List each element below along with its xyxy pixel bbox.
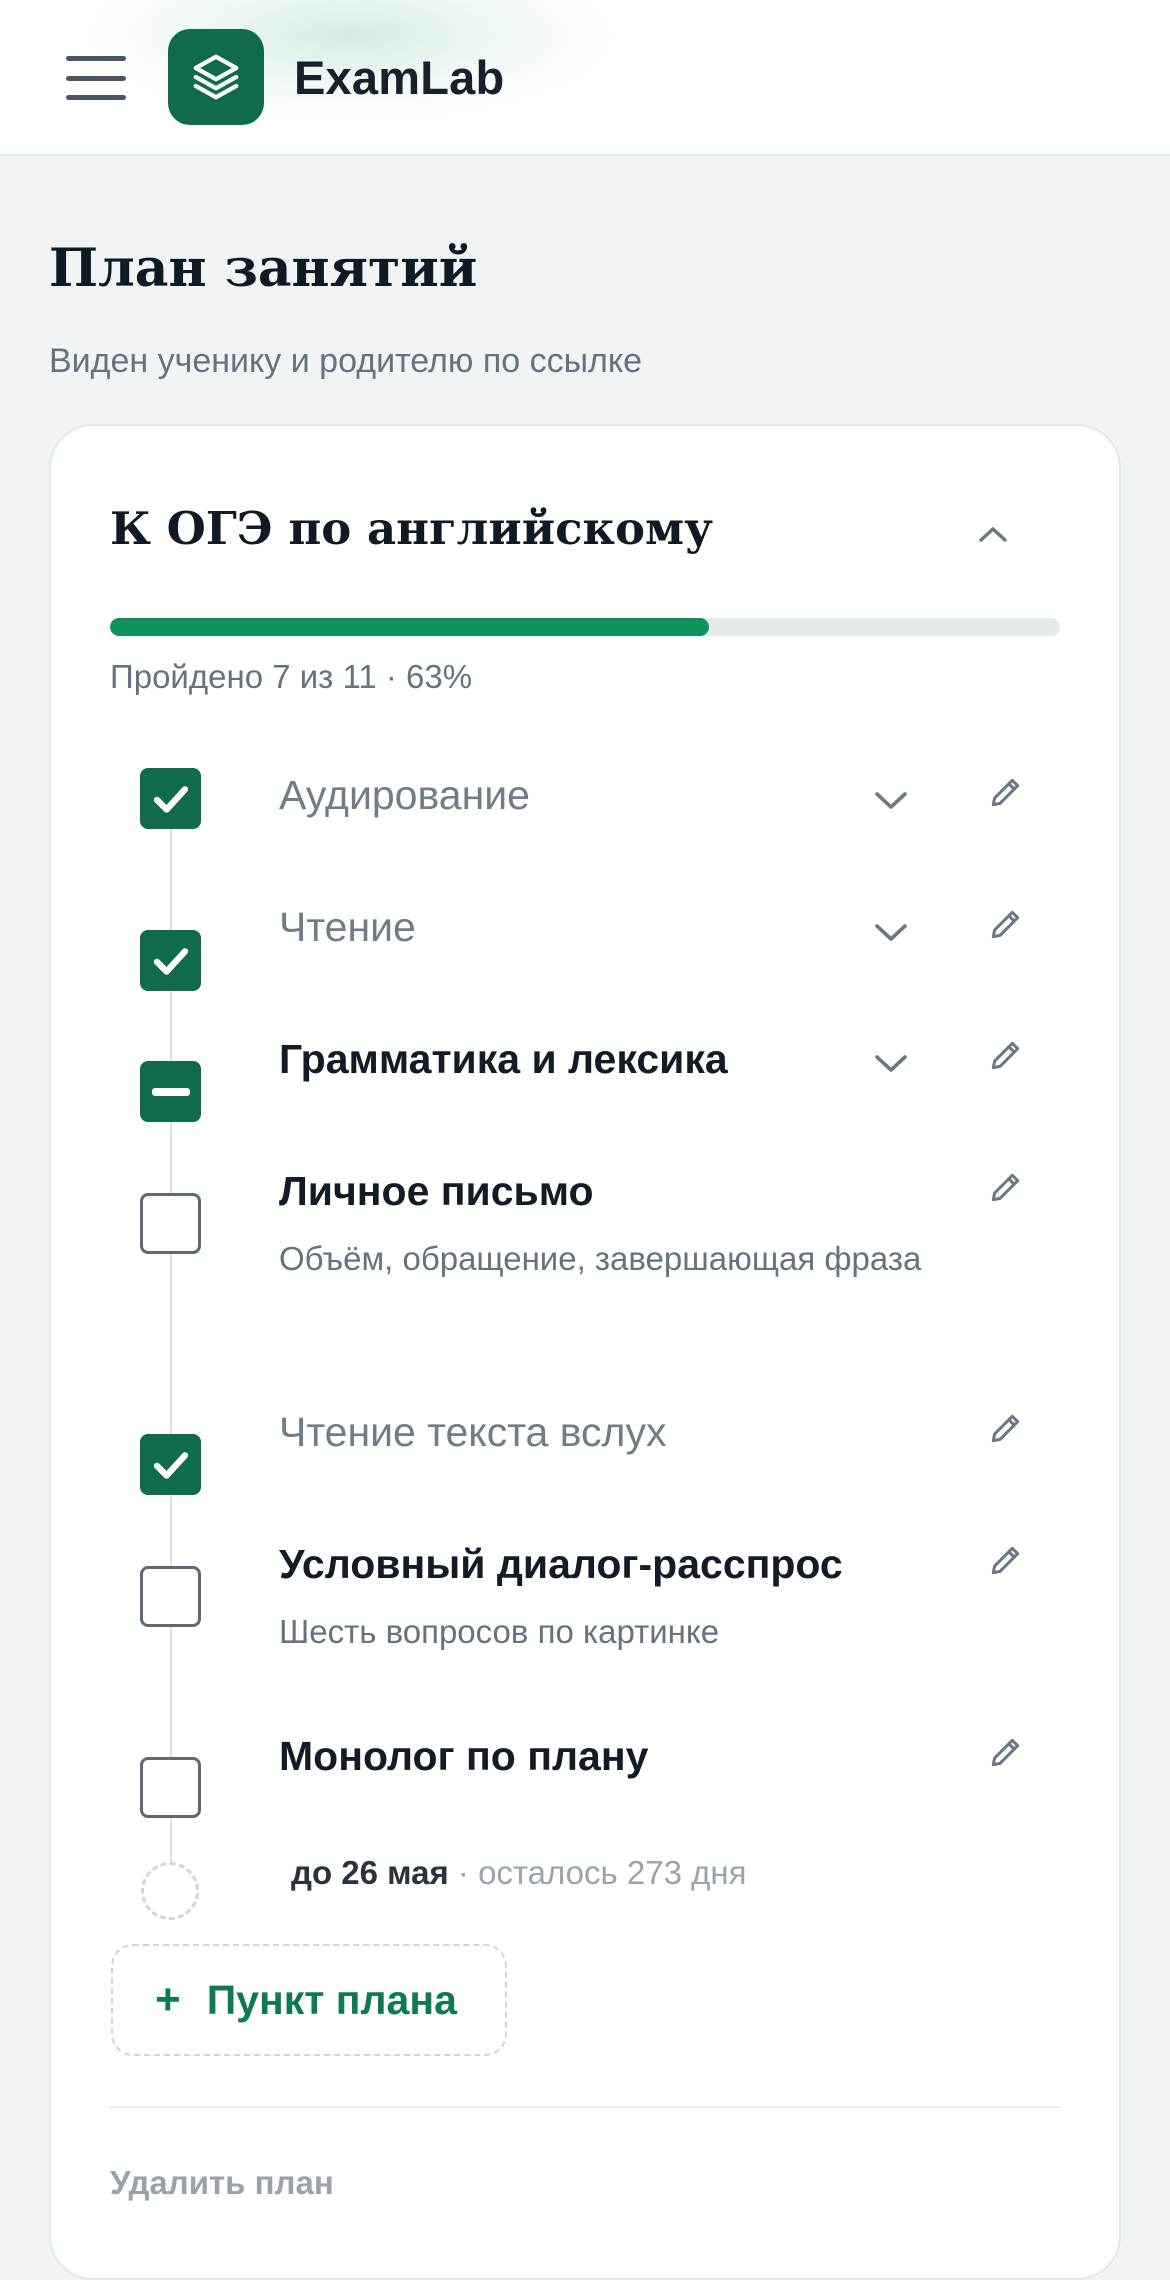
- edit-button[interactable]: [984, 1165, 1028, 1209]
- app-header: ExamLab: [0, 0, 1170, 156]
- plan-item-description: Объём, обращение, завершающая фраза: [279, 1240, 922, 1277]
- chevron-down-icon: [875, 924, 907, 941]
- item-checkbox-unchecked[interactable]: [140, 1193, 201, 1254]
- edit-button[interactable]: [984, 1406, 1028, 1450]
- edit-button[interactable]: [984, 770, 1028, 814]
- expand-button[interactable]: [868, 1043, 914, 1083]
- item-checkbox-unchecked[interactable]: [140, 1566, 201, 1627]
- progress-fill: [110, 618, 709, 636]
- deadline-separator: ·: [457, 1854, 469, 1891]
- layers-icon: [193, 54, 239, 100]
- checkmark-icon: [153, 947, 188, 975]
- checkmark-icon: [153, 1451, 188, 1479]
- plan-title[interactable]: К ОГЭ по английскому: [110, 502, 713, 555]
- pencil-icon: [991, 1738, 1020, 1767]
- divider: [110, 2106, 1060, 2108]
- edit-button[interactable]: [984, 902, 1028, 946]
- collapse-button[interactable]: [970, 514, 1016, 554]
- edit-button[interactable]: [984, 1730, 1028, 1774]
- pencil-icon: [991, 1546, 1020, 1575]
- timeline-line: [170, 1372, 172, 1436]
- checkmark-icon: [153, 785, 188, 813]
- pencil-icon: [991, 1414, 1020, 1443]
- plan-item-title[interactable]: Чтение: [279, 904, 416, 951]
- edit-button[interactable]: [984, 1538, 1028, 1582]
- app-logo[interactable]: [168, 29, 264, 125]
- brand-name: ExamLab: [294, 51, 505, 104]
- add-plan-item-button[interactable]: + Пункт плана: [111, 1944, 507, 2056]
- deadline-marker: [141, 1862, 199, 1920]
- pencil-icon: [991, 1041, 1020, 1070]
- pencil-icon: [991, 778, 1020, 807]
- deadline-remaining: осталось 273 дня: [478, 1854, 747, 1891]
- plan-item-title[interactable]: Монолог по плану: [279, 1733, 648, 1780]
- delete-plan-button[interactable]: Удалить план: [110, 2164, 334, 2202]
- deadline: до 26 мая · осталось 273 дня: [291, 1854, 746, 1892]
- pencil-icon: [991, 910, 1020, 939]
- edit-button[interactable]: [984, 1033, 1028, 1077]
- plus-icon: +: [155, 1975, 181, 2024]
- plan-item-title[interactable]: Чтение текста вслух: [279, 1409, 666, 1456]
- dash-icon: [151, 1087, 190, 1096]
- progress-text: Пройдено 7 из 11 · 63%: [110, 658, 473, 695]
- item-checkbox-partial[interactable]: [140, 1061, 201, 1122]
- hamburger-icon[interactable]: [66, 56, 126, 100]
- add-plan-item-label: Пункт плана: [206, 1976, 457, 2023]
- plan-item-title[interactable]: Личное письмо: [279, 1168, 594, 1215]
- chevron-down-icon: [875, 792, 907, 809]
- plan-item-description: Шесть вопросов по картинке: [279, 1613, 720, 1650]
- expand-button[interactable]: [868, 912, 914, 952]
- plan-item-title[interactable]: Аудирование: [279, 772, 530, 819]
- plan-item-title[interactable]: Грамматика и лексика: [279, 1036, 728, 1083]
- pencil-icon: [991, 1173, 1020, 1202]
- item-checkbox-checked[interactable]: [140, 1434, 201, 1495]
- item-checkbox-checked[interactable]: [140, 768, 201, 829]
- page-title: План занятий: [49, 238, 478, 299]
- item-checkbox-unchecked[interactable]: [140, 1757, 201, 1818]
- plan-item-title[interactable]: Условный диалог-расспрос: [279, 1541, 843, 1588]
- expand-button[interactable]: [868, 780, 914, 820]
- page-subtitle: Виден ученику и родителю по ссылке: [49, 342, 643, 380]
- chevron-down-icon: [875, 1055, 907, 1072]
- chevron-up-icon: [979, 527, 1007, 542]
- item-checkbox-checked[interactable]: [140, 930, 201, 991]
- progress-bar: [110, 618, 1060, 636]
- deadline-date[interactable]: до 26 мая: [291, 1854, 449, 1891]
